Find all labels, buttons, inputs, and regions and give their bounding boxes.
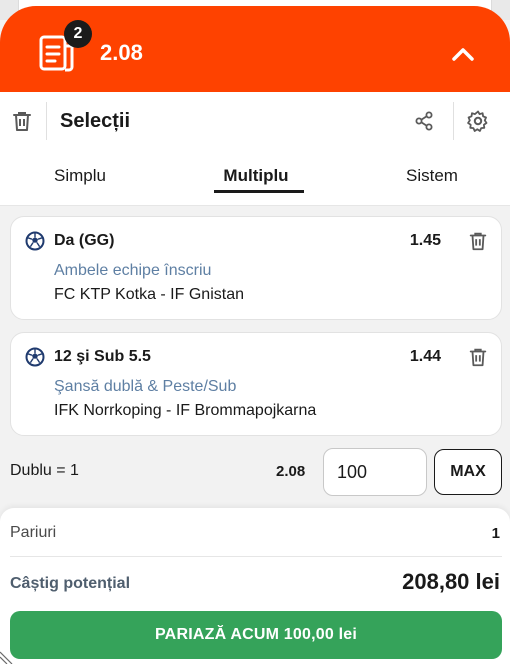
selection-pick: 12 şi Sub 5.5 [54,348,151,365]
toolbar-divider [453,102,454,140]
selection-pick: Da (GG) [54,232,115,249]
selection-match: IFK Norrkoping - IF Brommapojkarna [54,402,317,419]
gear-icon[interactable] [466,109,490,133]
trash-icon[interactable] [10,109,34,133]
bets-count-value: 1 [491,525,500,542]
combination-odds: 2.08 [276,463,306,480]
stake-input[interactable] [323,448,427,496]
tab-multiplu[interactable]: Multiplu [206,166,306,186]
tab-sistem[interactable]: Sistem [382,166,482,186]
combination-label: Dublu = 1 [10,462,79,479]
selection-card: 12 şi Sub 5.5 1.44 Şansă dublă & Peste/S… [10,332,502,436]
active-tab-indicator [214,190,304,193]
potential-win-label: Câștig potențial [10,575,131,592]
bets-count-label: Pariuri [10,524,57,541]
trash-icon[interactable] [467,230,489,252]
selection-odds: 1.45 [409,232,441,249]
place-bet-button[interactable]: PARIAZĂ ACUM 100,00 lei [10,611,502,659]
selection-match: FC KTP Kotka - IF Gnistan [54,286,244,303]
betslip-header[interactable]: 2 2.08 [0,6,510,92]
share-icon[interactable] [412,109,436,133]
toolbar-divider [46,102,47,140]
selection-count-badge: 2 [64,20,92,48]
page-title: Selecții [60,110,131,132]
selection-market: Şansă dublă & Peste/Sub [54,378,237,395]
potential-win-value: 208,80 lei [402,569,500,594]
selection-card: Da (GG) 1.45 Ambele echipe înscriu FC KT… [10,216,502,320]
selections-toolbar: Selecții [0,92,510,150]
resize-grip-icon[interactable] [0,648,16,664]
summary-divider [10,556,502,557]
trash-icon[interactable] [467,346,489,368]
tab-simplu[interactable]: Simplu [30,166,130,186]
selection-market: Ambele echipe înscriu [54,262,212,279]
chevron-up-icon[interactable] [448,39,478,69]
total-odds: 2.08 [100,40,143,65]
bet-type-tabs: Simplu Multiplu Sistem [0,150,510,206]
football-icon [25,231,45,251]
selection-odds: 1.44 [409,348,441,365]
bet-summary: Pariuri 1 Câștig potențial 208,80 lei PA… [0,508,510,664]
max-stake-button[interactable]: MAX [434,449,502,495]
football-icon [25,347,45,367]
